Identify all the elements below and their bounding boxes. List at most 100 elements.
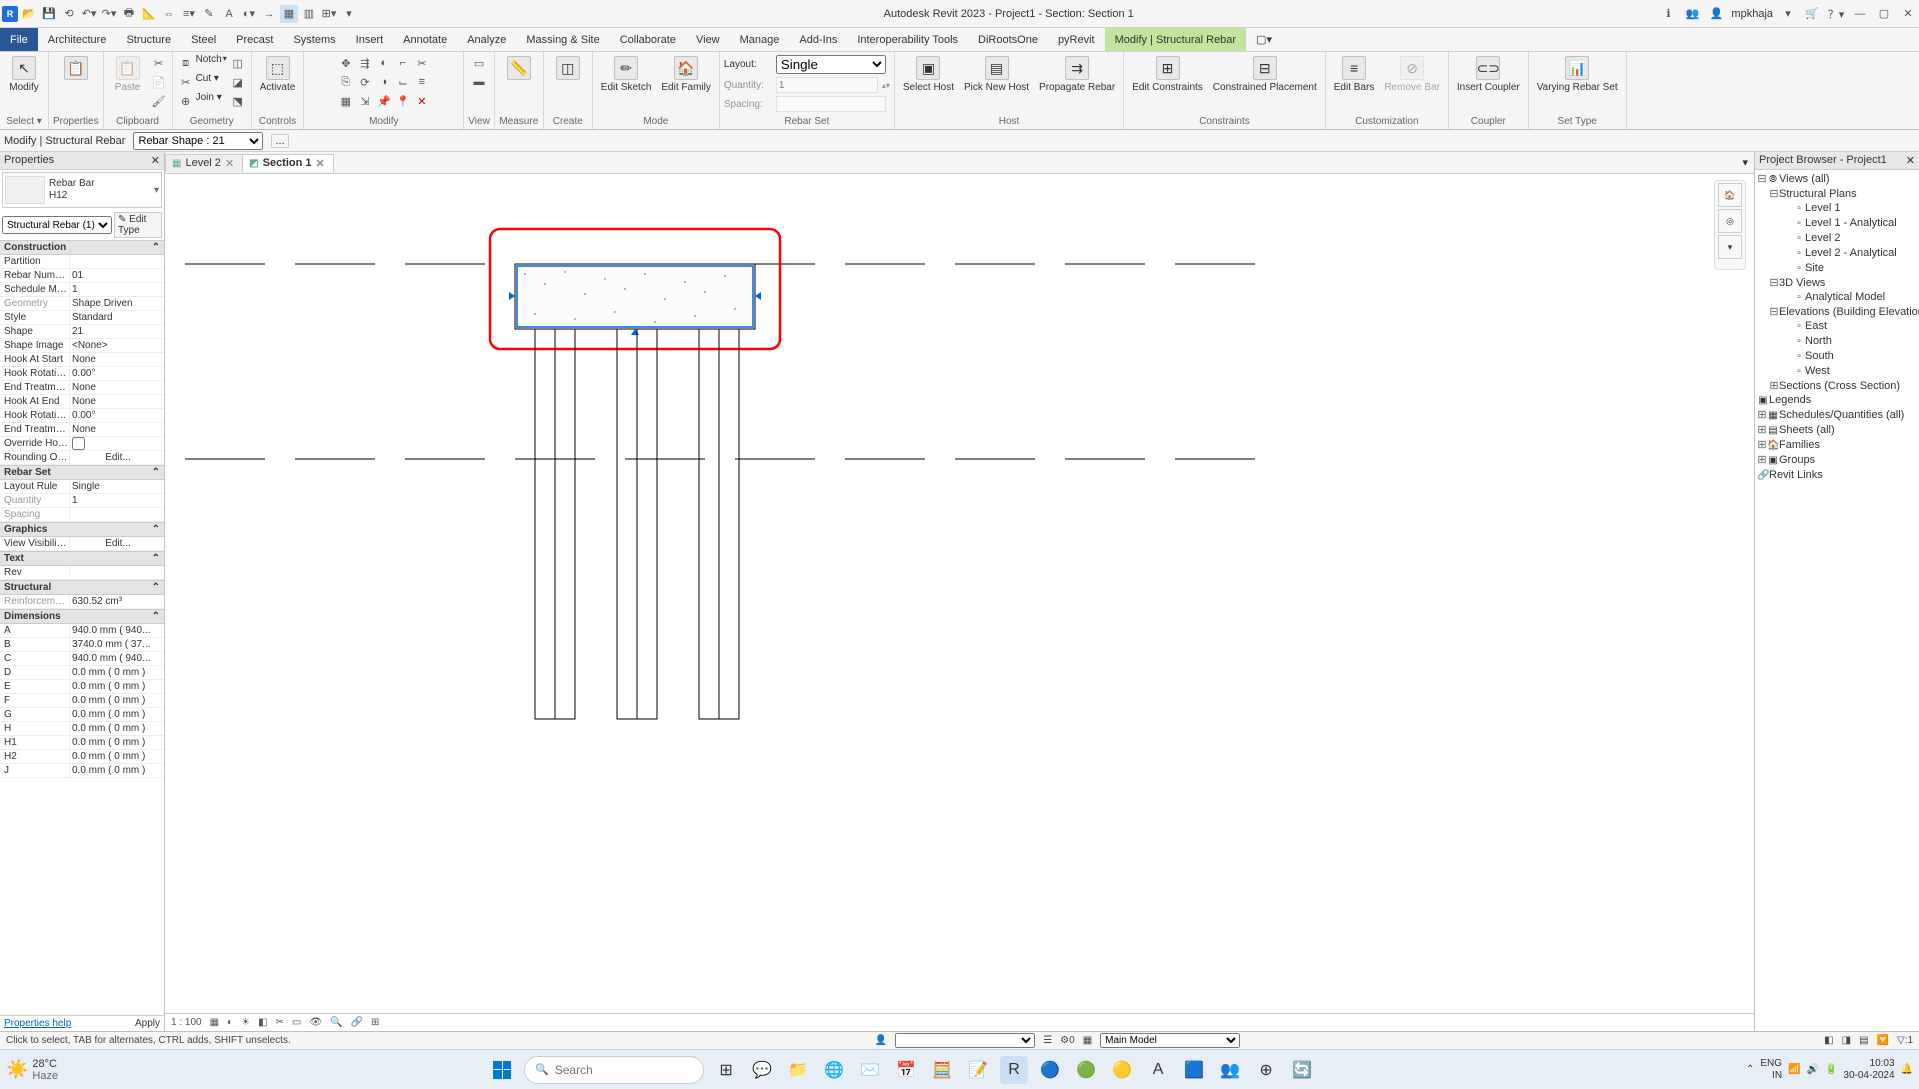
app2-icon[interactable]: 🟦	[1180, 1056, 1208, 1084]
type-selector[interactable]: Rebar BarH12 ▾	[2, 172, 162, 208]
schedmark-v[interactable]: 1	[70, 283, 164, 296]
tab-collaborate[interactable]: Collaborate	[610, 28, 686, 51]
quantity-input[interactable]	[776, 77, 878, 93]
geom1-icon[interactable]: ◫	[229, 54, 247, 72]
sun-icon[interactable]: ☀	[239, 1017, 252, 1028]
calc-icon[interactable]: 🧮	[928, 1056, 956, 1084]
apply-button[interactable]: Apply	[135, 1018, 160, 1029]
wifi-icon[interactable]: 📶	[1788, 1064, 1800, 1075]
start-button[interactable]	[488, 1056, 516, 1084]
node-views-all[interactable]: ⊟⦾Views (all)	[1757, 172, 1917, 187]
tab-diroots[interactable]: DiRootsOne	[968, 28, 1048, 51]
autocad-icon[interactable]: A	[1144, 1056, 1172, 1084]
node-revitlinks[interactable]: 🔗Revit Links	[1757, 468, 1917, 483]
cut-label[interactable]: Cut ▾	[196, 73, 219, 91]
hide-icon[interactable]: 👁	[307, 1017, 324, 1028]
varying-rebar-button[interactable]: 📊Varying Rebar Set	[1533, 54, 1622, 95]
node-struct-plans[interactable]: ⊟Structural Plans	[1757, 187, 1917, 201]
qat-thin-icon[interactable]: ▦	[280, 5, 298, 23]
node-legends[interactable]: ▣Legends	[1757, 393, 1917, 408]
chat-icon[interactable]: 💬	[748, 1056, 776, 1084]
collapse-icon[interactable]: ⌃	[152, 524, 160, 535]
tab-addins[interactable]: Add-Ins	[789, 28, 847, 51]
spacing-input[interactable]	[776, 96, 886, 112]
qat-measure-icon[interactable]: 📐	[140, 5, 158, 23]
dim-H-v[interactable]: 0.0 mm ( 0 mm )	[70, 722, 164, 735]
rounding-edit-button[interactable]: Edit...	[70, 451, 164, 464]
dim-F-v[interactable]: 0.0 mm ( 0 mm )	[70, 694, 164, 707]
tab-analyze[interactable]: Analyze	[457, 28, 516, 51]
shape-v[interactable]: 21	[70, 325, 164, 338]
collapse-icon[interactable]: ⌃	[152, 467, 160, 478]
tab-level2[interactable]: ▦Level 2✕	[165, 154, 243, 172]
lang2[interactable]: IN	[1760, 1070, 1782, 1082]
app3-icon[interactable]: ⊕	[1252, 1056, 1280, 1084]
stepper-icon[interactable]: ▴▾	[882, 81, 890, 90]
tab-extra-icon[interactable]: ▢▾	[1246, 28, 1282, 51]
tab-modify-rebar[interactable]: Modify | Structural Rebar	[1105, 28, 1246, 51]
qat-align-icon[interactable]: ≡▾	[180, 5, 198, 23]
shapeimg-v[interactable]: <None>	[70, 339, 164, 352]
geom2-icon[interactable]: ◪	[229, 73, 247, 91]
rotate-icon[interactable]: ⟳	[356, 73, 374, 91]
help-icon[interactable]: ？▾	[1827, 5, 1845, 23]
crop-icon[interactable]: ✂	[274, 1017, 286, 1028]
node-3dviews[interactable]: ⊟3D Views	[1757, 276, 1917, 290]
status-filter-icon2[interactable]: ▽:1	[1897, 1035, 1913, 1046]
search-input[interactable]	[555, 1063, 710, 1077]
rebarnum-v[interactable]: 01	[70, 269, 164, 282]
tab-section1[interactable]: ◩Section 1✕	[242, 154, 334, 172]
tab-steel[interactable]: Steel	[181, 28, 226, 51]
tab-manage[interactable]: Manage	[730, 28, 790, 51]
notif-icon[interactable]: 🔔	[1901, 1064, 1913, 1075]
endtreat2-v[interactable]: None	[70, 423, 164, 436]
weather-widget[interactable]: ☀️ 28°CHaze	[6, 1058, 58, 1082]
tab-architecture[interactable]: Architecture	[38, 28, 117, 51]
tab-structure[interactable]: Structure	[116, 28, 181, 51]
app1-icon[interactable]: 🟡	[1108, 1056, 1136, 1084]
revit-icon[interactable]: R	[1000, 1056, 1028, 1084]
dim-D-v[interactable]: 0.0 mm ( 0 mm )	[70, 666, 164, 679]
hookstart-v[interactable]: None	[70, 353, 164, 366]
edit-type-button[interactable]: ✎ Edit Type	[114, 212, 162, 238]
override-checkbox[interactable]	[72, 437, 85, 450]
node-elevations[interactable]: ⊟Elevations (Building Elevation	[1757, 305, 1917, 319]
group-select[interactable]: Select ▾	[4, 115, 44, 129]
circle-icon[interactable]: 🔵	[1036, 1056, 1064, 1084]
outlook-icon[interactable]: ✉️	[856, 1056, 884, 1084]
shape-more-button[interactable]: ...	[271, 134, 288, 148]
dim-A-v[interactable]: 940.0 mm ( 940...	[70, 624, 164, 637]
status-filter-icon[interactable]: ☰	[1043, 1035, 1052, 1046]
status-model-select[interactable]: Main Model	[1100, 1033, 1240, 1048]
mirror1-icon[interactable]: ◐	[375, 54, 393, 72]
chrome-icon[interactable]: 🟢	[1072, 1056, 1100, 1084]
node-level2a[interactable]: ▫Level 2 - Analytical	[1757, 246, 1917, 261]
explorer-icon[interactable]: 📁	[784, 1056, 812, 1084]
node-level2[interactable]: ▫Level 2	[1757, 231, 1917, 246]
node-west[interactable]: ▫West	[1757, 364, 1917, 379]
hookrot1-v[interactable]: 0.00°	[70, 367, 164, 380]
trim2-icon[interactable]: ⌙	[394, 73, 412, 91]
canvas[interactable]: 🏠 ◎ ▾	[165, 174, 1754, 1013]
qat-tag-icon[interactable]: A	[220, 5, 238, 23]
node-groups[interactable]: ⊞▣Groups	[1757, 453, 1917, 468]
node-east[interactable]: ▫East	[1757, 319, 1917, 334]
dim-H2-v[interactable]: 0.0 mm ( 0 mm )	[70, 750, 164, 763]
status-editable-icon[interactable]: ⚙0	[1060, 1035, 1075, 1046]
lang1[interactable]: ENG	[1760, 1058, 1782, 1070]
minimize-icon[interactable]: —	[1851, 5, 1869, 23]
nav-wheel-icon[interactable]: ◎	[1718, 209, 1742, 233]
instance-select[interactable]: Structural Rebar (1)	[2, 216, 112, 234]
measure-button[interactable]: 📏	[499, 54, 539, 82]
maximize-icon[interactable]: ▢	[1875, 5, 1893, 23]
close-icon[interactable]: ✕	[1899, 5, 1917, 23]
collapse-icon[interactable]: ⌃	[152, 582, 160, 593]
save-cloud-icon[interactable]: ▾	[1779, 5, 1797, 23]
copy2-icon[interactable]: ⎘	[337, 73, 355, 91]
user-name[interactable]: mpkhaja	[1731, 8, 1773, 20]
edge-icon[interactable]: 🌐	[820, 1056, 848, 1084]
view2-icon[interactable]: ▬	[470, 73, 488, 91]
mirror2-icon[interactable]: ◑	[375, 73, 393, 91]
endtreat1-v[interactable]: None	[70, 381, 164, 394]
calendar-icon[interactable]: 📅	[892, 1056, 920, 1084]
